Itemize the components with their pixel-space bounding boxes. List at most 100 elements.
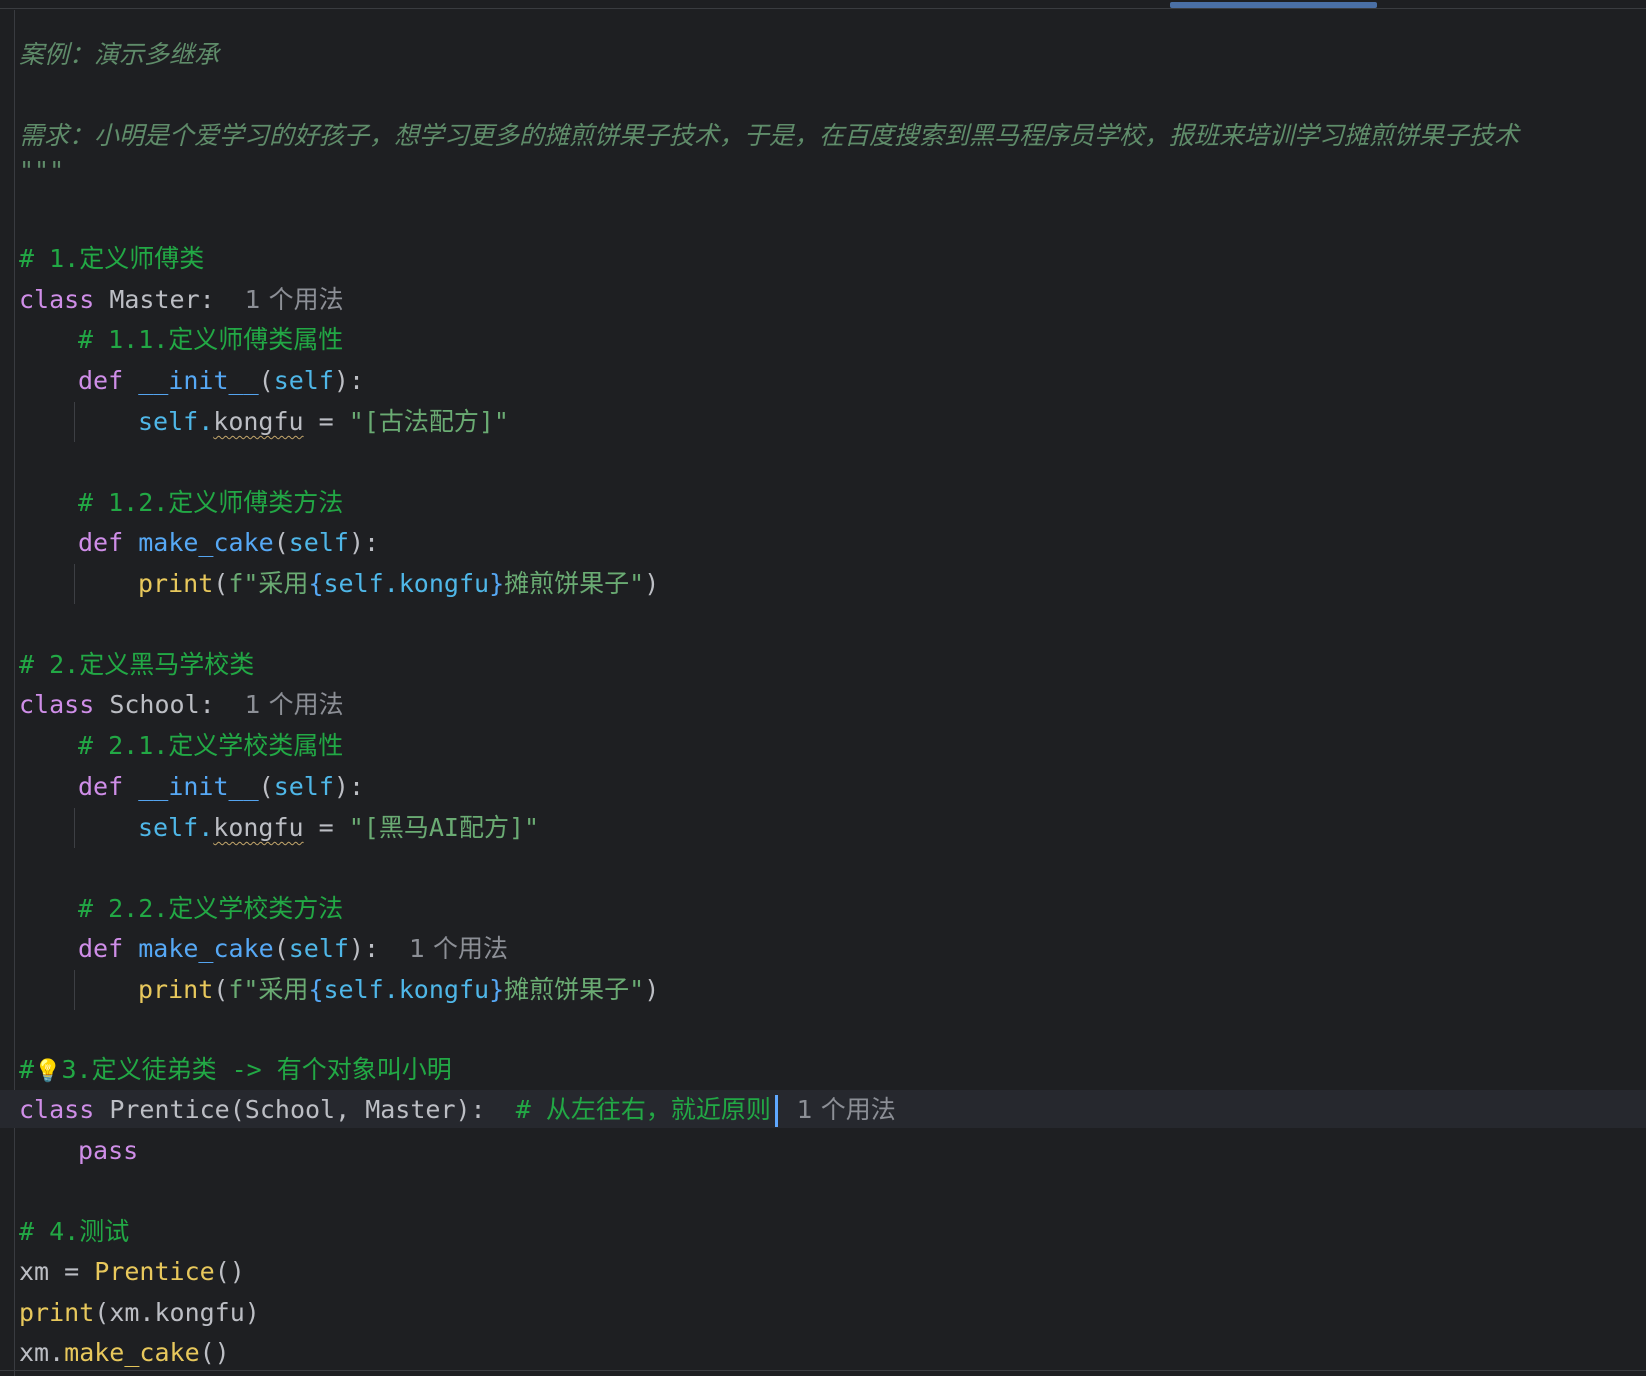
punctuation: ( bbox=[273, 934, 289, 963]
function-name: __init__ bbox=[138, 772, 259, 801]
identifier: xm. bbox=[19, 1338, 65, 1367]
code-line[interactable]: 需求：小明是个爱学习的好孩子，想学习更多的摊煎饼果子技术，于是，在百度搜索到黑马… bbox=[19, 116, 1519, 156]
gutter-separator bbox=[14, 10, 15, 1376]
keyword: class bbox=[19, 1095, 95, 1124]
builtin-name: print bbox=[138, 569, 214, 598]
punctuation: ( bbox=[213, 975, 229, 1004]
code-line[interactable]: xm = Prentice() bbox=[19, 1252, 245, 1292]
code-line[interactable]: xm.make_cake() bbox=[19, 1333, 230, 1373]
punctuation: () bbox=[199, 1338, 230, 1367]
usage-inlay-hint[interactable]: 1 个用法 bbox=[245, 690, 344, 719]
lightbulb-icon[interactable]: 💡 bbox=[34, 1052, 61, 1092]
comment: 3.定义徒弟类 -> 有个对象叫小明 bbox=[61, 1055, 452, 1084]
inline-comment: # 从左往右，就近原则 bbox=[515, 1095, 771, 1124]
operator: = bbox=[303, 813, 349, 842]
code-line-current[interactable]: class Prentice(School, Master): # 从左往右，就… bbox=[19, 1090, 896, 1130]
code-line[interactable]: # 1.2.定义师傅类方法 bbox=[78, 483, 343, 523]
indent-guide bbox=[74, 402, 75, 442]
class-signature: Prentice(School, Master): bbox=[109, 1095, 486, 1124]
code-line[interactable]: # 1.定义师傅类 bbox=[19, 239, 204, 279]
code-line[interactable]: pass bbox=[78, 1131, 138, 1171]
string-literal: 摊煎饼果子" bbox=[504, 975, 645, 1004]
code-line[interactable]: def __init__(self): bbox=[78, 767, 364, 807]
function-name: make_cake bbox=[138, 528, 274, 557]
code-line[interactable]: def make_cake(self): 1 个用法 bbox=[78, 929, 508, 969]
fstring-expression: self.kongfu bbox=[323, 569, 490, 598]
docstring-fragment: """ bbox=[19, 0, 65, 16]
function-name: __init__ bbox=[138, 366, 259, 395]
keyword: pass bbox=[78, 1136, 139, 1165]
function-name: make_cake bbox=[138, 934, 274, 963]
punctuation: ): bbox=[333, 366, 365, 395]
code-line[interactable]: class School: 1 个用法 bbox=[19, 685, 344, 725]
code-line[interactable]: 案例：演示多继承 bbox=[19, 35, 219, 75]
code-line[interactable]: #💡3.定义徒弟类 -> 有个对象叫小明 bbox=[19, 1050, 452, 1090]
class-name: Master bbox=[109, 285, 200, 314]
code-line[interactable]: # 2.定义黑马学校类 bbox=[19, 645, 254, 685]
operator: = bbox=[303, 407, 349, 436]
assignment: xm = bbox=[19, 1257, 95, 1286]
code-line[interactable]: """ bbox=[19, 0, 64, 22]
keyword: def bbox=[78, 366, 124, 395]
keyword: class bbox=[19, 285, 95, 314]
usage-inlay-hint[interactable]: 1 个用法 bbox=[797, 1095, 896, 1124]
builtin-name: print bbox=[138, 975, 214, 1004]
fstring-brace: } bbox=[489, 975, 505, 1004]
usage-inlay-hint[interactable]: 1 个用法 bbox=[245, 285, 344, 314]
punctuation: ( bbox=[258, 366, 274, 395]
indent-guide bbox=[74, 564, 75, 604]
attribute-name: kongfu bbox=[213, 407, 304, 436]
self-param: self bbox=[273, 366, 334, 395]
code-line[interactable]: def __init__(self): bbox=[78, 361, 364, 401]
code-line[interactable]: class Master: 1 个用法 bbox=[19, 280, 344, 320]
keyword: def bbox=[78, 772, 124, 801]
string-literal: "[古法配方]" bbox=[348, 407, 509, 436]
comment: # 2.1.定义学校类属性 bbox=[78, 731, 344, 760]
self-ref: self. bbox=[138, 407, 214, 436]
call-arguments: (xm.kongfu) bbox=[94, 1298, 260, 1327]
comment: # 2.2.定义学校类方法 bbox=[78, 894, 344, 923]
string-literal: f"采用 bbox=[228, 975, 309, 1004]
horizontal-scrollbar-thumb[interactable] bbox=[1170, 2, 1377, 8]
fstring-brace: { bbox=[308, 975, 324, 1004]
docstring-text: """ bbox=[19, 156, 65, 185]
code-line[interactable]: # 1.1.定义师傅类属性 bbox=[78, 320, 343, 360]
editor-bottom-border bbox=[0, 1370, 1646, 1371]
code-line[interactable]: print(f"采用{self.kongfu}摊煎饼果子") bbox=[138, 564, 659, 604]
string-literal: f"采用 bbox=[228, 569, 309, 598]
punctuation: ( bbox=[258, 772, 274, 801]
usage-inlay-hint[interactable]: 1 个用法 bbox=[409, 934, 508, 963]
comment: # 2.定义黑马学校类 bbox=[19, 650, 255, 679]
code-line[interactable]: def make_cake(self): bbox=[78, 523, 379, 563]
string-literal: 摊煎饼果子" bbox=[504, 569, 645, 598]
code-line[interactable]: # 2.2.定义学校类方法 bbox=[78, 889, 343, 929]
comment: # bbox=[19, 1055, 35, 1084]
string-literal: "[黑马AI配方]" bbox=[348, 813, 540, 842]
self-param: self bbox=[288, 934, 349, 963]
keyword: def bbox=[78, 528, 124, 557]
code-line[interactable]: print(f"采用{self.kongfu}摊煎饼果子") bbox=[138, 970, 659, 1010]
indent-guide bbox=[74, 808, 75, 848]
code-line[interactable]: # 2.1.定义学校类属性 bbox=[78, 726, 343, 766]
fstring-brace: { bbox=[308, 569, 324, 598]
code-line[interactable]: # 4.测试 bbox=[19, 1212, 129, 1252]
code-editor[interactable]: """ 案例：演示多继承 需求：小明是个爱学习的好孩子，想学习更多的摊煎饼果子技… bbox=[0, 0, 1646, 1376]
punctuation: ( bbox=[213, 569, 229, 598]
punctuation: : bbox=[199, 285, 215, 314]
class-call: Prentice bbox=[94, 1257, 215, 1286]
code-line[interactable]: print(xm.kongfu) bbox=[19, 1293, 260, 1333]
fstring-expression: self.kongfu bbox=[323, 975, 490, 1004]
fstring-brace: } bbox=[489, 569, 505, 598]
punctuation: ( bbox=[273, 528, 289, 557]
code-line[interactable]: self.kongfu = "[古法配方]" bbox=[138, 402, 509, 442]
text-caret bbox=[774, 1095, 778, 1127]
class-name: School bbox=[109, 690, 200, 719]
self-param: self bbox=[273, 772, 334, 801]
comment: # 1.定义师傅类 bbox=[19, 244, 205, 273]
code-line[interactable]: """ bbox=[19, 151, 64, 191]
self-ref: self. bbox=[138, 813, 214, 842]
editor-top-border bbox=[0, 0, 1646, 9]
punctuation: () bbox=[214, 1257, 245, 1286]
attribute-name: kongfu bbox=[213, 813, 304, 842]
code-line[interactable]: self.kongfu = "[黑马AI配方]" bbox=[138, 808, 539, 848]
